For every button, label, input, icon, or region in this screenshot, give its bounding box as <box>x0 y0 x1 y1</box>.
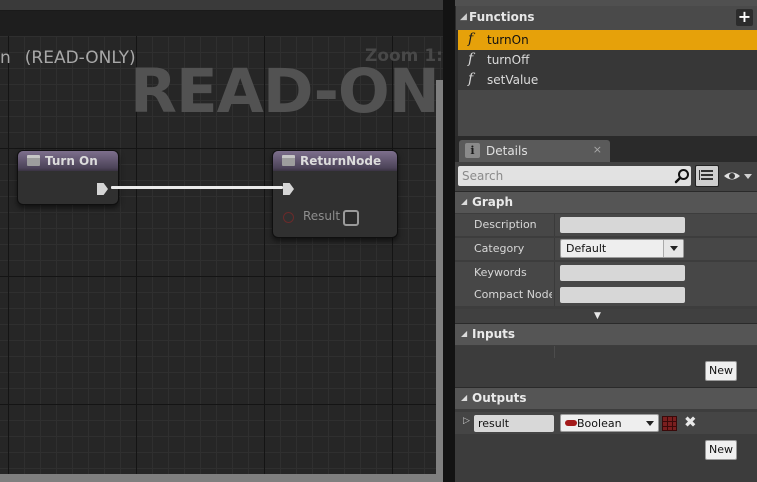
function-item-setValue[interactable]: f setValue <box>458 70 757 90</box>
function-item-label: turnOff <box>487 53 530 67</box>
eye-icon[interactable] <box>722 168 754 184</box>
description-label: Description <box>474 218 537 231</box>
column-divider[interactable] <box>554 238 555 260</box>
graph-title-name: n <box>0 48 11 68</box>
output-type-dropdown[interactable]: Boolean <box>560 414 659 432</box>
output-parameter-row: ▷ Boolean ✖ <box>455 412 757 434</box>
search-input[interactable] <box>462 167 667 185</box>
inputs-section-body: New <box>455 346 757 389</box>
function-icon: f <box>468 51 474 67</box>
boolean-type-icon <box>565 420 577 426</box>
function-item-turnOff[interactable]: f turnOff <box>458 50 757 70</box>
tab-details-label: Details <box>486 144 528 158</box>
turn-on-node-header: Turn On <box>18 151 118 171</box>
turn-on-node-title: Turn On <box>45 154 98 168</box>
readonly-watermark: READ-ONLY <box>130 56 455 127</box>
function-item-label: setValue <box>487 73 539 87</box>
readonly-border-bottom <box>0 474 443 482</box>
exec-input-pin[interactable] <box>283 183 294 195</box>
outputs-section-header[interactable]: ◢ Outputs <box>455 387 757 409</box>
functions-header-label: Functions <box>469 10 535 24</box>
function-item-label: turnOn <box>487 33 529 47</box>
graph-toolbar <box>0 0 450 11</box>
right-panel: ◢ Functions + f turnOn f turnOff f setVa… <box>455 0 757 482</box>
functions-empty-area <box>458 90 757 136</box>
inputs-section-label: Inputs <box>472 327 516 341</box>
add-function-button[interactable]: + <box>736 9 753 26</box>
panel-splitter[interactable] <box>443 0 455 482</box>
keywords-field[interactable] <box>560 265 685 281</box>
column-divider[interactable] <box>554 262 555 284</box>
category-label: Category <box>474 242 525 255</box>
function-entry-icon <box>27 155 40 166</box>
details-panel: ◢ Graph Description Category Default Key… <box>455 162 757 482</box>
compact-node-title-field[interactable] <box>560 287 685 303</box>
output-name-field[interactable] <box>474 415 554 432</box>
readonly-border-right <box>436 80 443 482</box>
container-type-grid-icon[interactable] <box>662 416 677 431</box>
function-icon: f <box>468 71 474 87</box>
outputs-section-label: Outputs <box>472 391 527 405</box>
function-icon: f <box>468 31 474 47</box>
category-value: Default <box>566 242 607 255</box>
graph-section-label: Graph <box>472 195 513 209</box>
advanced-expander[interactable]: ▼ <box>455 309 757 323</box>
remove-output-icon[interactable]: ✖ <box>684 413 697 431</box>
description-field[interactable] <box>560 217 685 233</box>
turn-on-node[interactable]: Turn On <box>17 150 119 205</box>
functions-panel: ◢ Functions + f turnOn f turnOff f setVa… <box>455 0 757 136</box>
column-divider <box>554 346 555 358</box>
expand-arrow-icon[interactable]: ▷ <box>463 416 470 426</box>
return-node[interactable]: ReturnNode Result <box>272 150 398 238</box>
exec-output-pin[interactable] <box>97 183 108 195</box>
details-tab-strip: i Details × <box>455 136 757 162</box>
function-return-icon <box>282 155 295 166</box>
new-input-button[interactable]: New <box>705 361 737 381</box>
column-divider[interactable] <box>554 284 555 306</box>
graph-title: n (READ-ONLY) <box>0 48 136 68</box>
graph-breadcrumb-bar <box>0 11 450 36</box>
graph-section-header[interactable]: ◢ Graph <box>455 191 757 213</box>
category-dropdown[interactable]: Default <box>560 239 684 258</box>
details-search-row <box>455 162 757 192</box>
graph-readonly-label: (READ-ONLY) <box>24 48 136 68</box>
new-output-button[interactable]: New <box>705 440 737 460</box>
close-tab-icon[interactable]: × <box>593 143 602 156</box>
tab-details[interactable]: i Details × <box>459 140 610 162</box>
graph-editor[interactable]: n(READ-ONLY) Zoom 1: READ-ONLY Turn On R… <box>0 0 455 482</box>
view-options-button[interactable] <box>695 165 719 187</box>
compact-node-title-row: Compact Node T <box>455 284 757 306</box>
result-pin-label: Result <box>303 209 341 223</box>
inputs-section-header[interactable]: ◢ Inputs <box>455 323 757 345</box>
description-row: Description <box>455 214 757 236</box>
column-divider[interactable] <box>554 214 555 236</box>
functions-header[interactable]: ◢ Functions + <box>456 6 757 30</box>
category-row: Category Default <box>455 238 757 260</box>
list-view-icon <box>699 170 713 180</box>
result-input-pin[interactable] <box>283 212 294 223</box>
collapse-arrow-icon[interactable]: ◢ <box>461 393 467 402</box>
exec-wire <box>111 186 283 189</box>
chevron-down-icon[interactable] <box>663 240 683 257</box>
compact-node-title-label: Compact Node T <box>474 288 552 301</box>
info-icon: i <box>465 143 480 158</box>
keywords-row: Keywords <box>455 262 757 284</box>
function-item-turnOn[interactable]: f turnOn <box>458 30 757 50</box>
details-search-box[interactable] <box>458 166 691 186</box>
collapse-arrow-icon[interactable]: ◢ <box>460 12 467 22</box>
output-type-value: Boolean <box>577 417 622 430</box>
chevron-down-icon <box>646 421 654 426</box>
search-icon[interactable] <box>674 168 690 184</box>
return-node-header: ReturnNode <box>273 151 397 171</box>
collapse-arrow-icon[interactable]: ◢ <box>461 197 467 206</box>
functions-list: f turnOn f turnOff f setValue <box>458 30 757 90</box>
result-checkbox[interactable] <box>343 210 359 226</box>
expand-down-icon[interactable]: ▼ <box>594 311 601 321</box>
collapse-arrow-icon[interactable]: ◢ <box>461 329 467 338</box>
outputs-section-body: ▷ Boolean ✖ New <box>455 412 757 482</box>
keywords-label: Keywords <box>474 266 527 279</box>
return-node-title: ReturnNode <box>300 154 382 168</box>
